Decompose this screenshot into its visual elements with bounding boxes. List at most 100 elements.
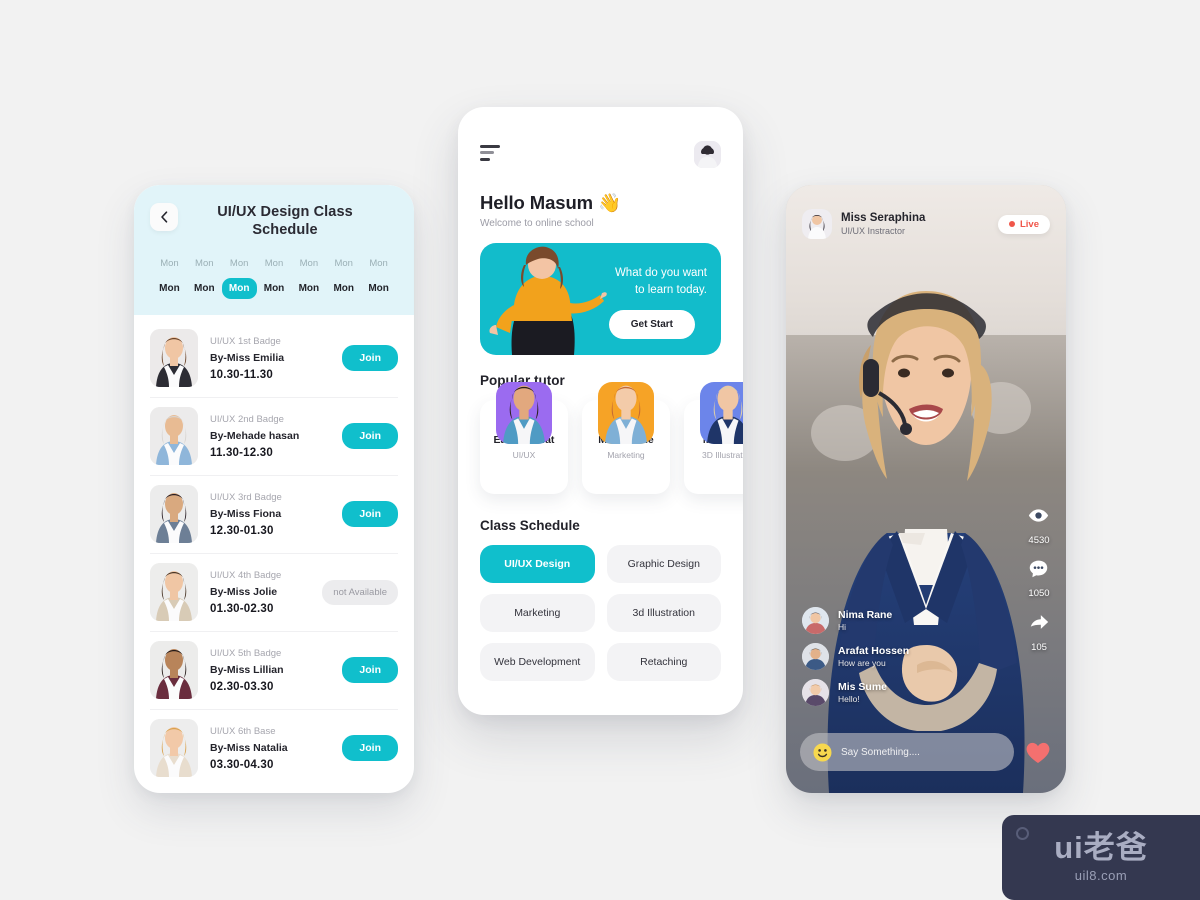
comment-icon — [1028, 558, 1049, 584]
greeting-block: Hello Masum 👋 Welcome to online school — [480, 192, 721, 229]
class-instructor: By-Miss Fiona — [210, 507, 282, 520]
action-count: 1050 — [1028, 588, 1050, 599]
live-action-share[interactable]: 105 — [1028, 611, 1050, 653]
live-action-eye[interactable]: 4530 — [1028, 505, 1050, 546]
class-time: 12.30-01.30 — [210, 524, 274, 537]
category-chip-selected[interactable]: UI/UX Design — [480, 545, 595, 583]
class-info: UI/UX 4th Badge By-Miss Jolie 01.30-02.30 — [210, 570, 310, 615]
comment-body: Arafat Hossen How are you — [838, 645, 909, 668]
category-chip[interactable]: Web Development — [480, 643, 595, 681]
tutor-card[interactable]: Miss CatheMarketing — [582, 382, 670, 494]
class-instructor: By-Miss Lillian — [210, 663, 284, 676]
live-action-comment[interactable]: 1050 — [1028, 558, 1050, 599]
tutor-thumbnail — [150, 407, 198, 466]
day-chip[interactable]: Mon — [361, 278, 396, 299]
hamburger-menu-icon[interactable] — [480, 144, 500, 165]
banner-line-2: to learn today. — [634, 283, 707, 296]
tutor-thumbnail — [150, 485, 198, 544]
class-instructor: By-Miss Jolie — [210, 585, 278, 598]
comment-body: Nima Rane Hi — [838, 609, 892, 632]
live-comment: Mis Sume Hello! — [802, 679, 972, 706]
join-button[interactable]: Join — [342, 423, 398, 450]
greeting-title: Hello Masum 👋 — [480, 192, 621, 213]
commenter-name: Arafat Hossen — [838, 645, 910, 657]
get-start-button[interactable]: Get Start — [608, 310, 695, 339]
tutor-card[interactable]: Easin ArafatUI/UX — [480, 382, 568, 494]
live-composer-bar: Say Something.... — [800, 733, 1052, 771]
commenter-avatar[interactable] — [802, 643, 829, 670]
day-chip[interactable]: Mon — [326, 278, 361, 299]
join-button[interactable]: Join — [342, 735, 398, 762]
join-button[interactable]: Join — [342, 657, 398, 684]
day-chip[interactable]: Mon — [187, 278, 222, 299]
day-label-muted: Mon — [264, 258, 284, 270]
class-list-item[interactable]: UI/UX 5th Badge By-Miss Lillian 02.30-03.3… — [134, 631, 414, 709]
page-title: UI/UX Design Class Schedule — [217, 204, 353, 239]
category-chip[interactable]: Retaching — [606, 643, 721, 681]
comment-input[interactable]: Say Something.... — [800, 733, 1014, 771]
tutor-role: 3D Illustration — [702, 450, 743, 460]
live-dot-icon — [1008, 221, 1015, 227]
category-chip[interactable]: Marketing — [480, 594, 595, 632]
tutor-thumbnail — [150, 563, 198, 622]
commenter-avatar[interactable] — [802, 679, 829, 706]
promo-banner[interactable]: What do you want to learn today. Get Sta… — [480, 243, 721, 355]
class-list-item[interactable]: UI/UX 2nd Badge By-Mehade hasan 11.30-12.3… — [134, 397, 414, 475]
schedule-header: UI/UX Design Class Schedule Mon Mon Mon Mon… — [134, 185, 414, 316]
day-chip[interactable]: Mon — [291, 278, 326, 299]
class-list-item[interactable]: UI/UX 4th Badge By-Miss Jolie 01.30-02.30 n… — [134, 553, 414, 631]
day-label-muted: Mon — [229, 258, 249, 270]
commenter-name: Nima Rane — [838, 609, 893, 621]
user-avatar[interactable] — [694, 141, 721, 168]
banner-text: What do you want to learn today. — [575, 265, 707, 298]
class-badge: UI/UX 1st Badge — [210, 335, 281, 347]
host-avatar[interactable] — [802, 209, 832, 239]
greeting-subtitle: Welcome to online school — [480, 218, 594, 229]
live-comment: Nima Rane Hi — [802, 607, 972, 634]
watermark-url: uil8.com — [1074, 868, 1128, 883]
class-badge: UI/UX 2nd Badge — [210, 413, 284, 425]
banner-line-1: What do you want — [614, 267, 707, 279]
class-list-item[interactable]: UI/UX 3rd Badge By-Miss Fiona 12.30-01.30 J… — [134, 475, 414, 553]
back-button[interactable] — [150, 203, 178, 231]
heart-icon[interactable] — [1024, 738, 1052, 766]
host-avatar-image — [802, 209, 832, 239]
class-time: 11.30-12.30 — [210, 446, 273, 459]
day-chip[interactable]: Mon — [257, 278, 292, 299]
eye-icon — [1028, 505, 1049, 531]
class-instructor: By-Miss Natalia — [210, 741, 288, 754]
share-icon — [1028, 611, 1050, 638]
comment-text: How are you — [838, 658, 886, 668]
class-time: 01.30-02.30 — [210, 602, 274, 615]
day-row-selectable: Mon Mon Mon Mon Mon Mon Mon — [150, 278, 398, 300]
class-list-item[interactable]: UI/UX 1st Badge By-Miss Emilia 10.30-11.30… — [134, 319, 414, 397]
screenshot-canvas: UI/UX Design Class Schedule Mon Mon Mon Mon… — [0, 0, 1200, 900]
tutor-carousel[interactable]: Easin ArafatUI/UXMiss CatheMarketingMiss… — [480, 382, 743, 500]
class-info: UI/UX 5th Badge By-Miss Lillian 02.30-03.3… — [210, 648, 330, 693]
join-button[interactable]: Join — [342, 345, 398, 372]
tutor-photo — [598, 382, 654, 444]
live-status-badge[interactable]: Live — [997, 214, 1050, 234]
class-info: UI/UX 1st Badge By-Miss Emilia 10.30-11.30 — [210, 336, 330, 381]
tutor-card[interactable]: Miss Urmi3D Illustration — [684, 382, 743, 494]
day-chip-selected[interactable]: Mon — [221, 278, 257, 300]
class-instructor: By-Mehade hasan — [210, 429, 300, 442]
class-time: 10.30-11.30 — [210, 368, 273, 381]
join-button[interactable]: Join — [342, 501, 398, 528]
day-chip[interactable]: Mon — [152, 278, 187, 299]
not-available-badge: not Available — [322, 579, 398, 605]
avatar-image — [694, 141, 721, 168]
class-badge: UI/UX 5th Badge — [210, 647, 282, 659]
commenter-avatar[interactable] — [802, 607, 829, 634]
banner-illustration — [489, 246, 607, 355]
category-chip[interactable]: Graphic Design — [606, 545, 721, 583]
live-host-bar: Miss Seraphina UI/UX Instractor Live — [786, 185, 1066, 239]
phone-live-screen: Miss Seraphina UI/UX Instractor Live 453… — [786, 185, 1066, 793]
class-badge: UI/UX 4th Badge — [210, 569, 282, 581]
tutor-photo — [496, 382, 552, 444]
live-comment-list: Nima Rane Hi Arafat Hossen How are you Mis S… — [802, 607, 972, 715]
smiley-icon[interactable] — [813, 743, 832, 762]
class-list-item[interactable]: UI/UX 6th Base By-Miss Natalia 03.30-04.30… — [134, 709, 414, 787]
category-chip[interactable]: 3d Illustration — [606, 594, 721, 632]
commenter-name: Mis Sume — [838, 681, 888, 693]
